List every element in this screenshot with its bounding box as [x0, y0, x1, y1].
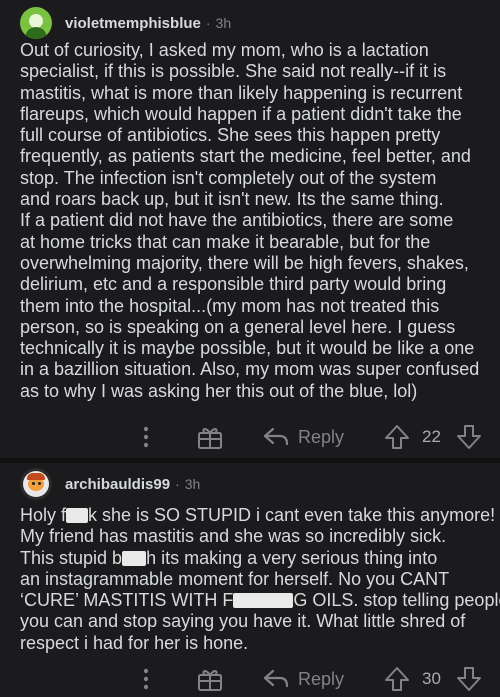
reply-icon — [263, 669, 289, 688]
vote-score: 30 — [422, 669, 441, 688]
comment-line: If a patient did not have the antibiotic… — [20, 210, 454, 231]
separator-dot: · — [175, 476, 180, 492]
redaction-mark — [233, 593, 294, 609]
more-options-button[interactable] — [140, 420, 152, 454]
comment-line: specialist, if this is possible. She sai… — [20, 61, 447, 82]
reply-label: Reply — [298, 426, 345, 447]
comment-line: an instagrammable moment for herself. No… — [20, 568, 450, 589]
comment-body: Holy fk she is SO STUPID i cant even tak… — [20, 505, 500, 654]
comment-actions: Reply 30 — [0, 662, 500, 696]
redaction-mark — [66, 508, 89, 523]
comment-line: flareups, which would happen if a patien… — [20, 103, 462, 124]
comment-line: mastitis, what is more than likely happe… — [20, 82, 463, 103]
upvote-button[interactable] — [384, 420, 410, 454]
comment-age: 3h — [215, 15, 232, 31]
comment-line: full course of antibiotics. She sees thi… — [20, 125, 441, 146]
comment-header: archibauldis99 · 3h — [20, 467, 200, 501]
comment-line: overwhelming majority, there will be hig… — [20, 252, 469, 273]
award-button[interactable] — [196, 420, 224, 454]
comment-line: as to why I was asking her this out of t… — [20, 380, 418, 401]
award-icon — [198, 428, 222, 449]
separator-dot: · — [205, 15, 211, 31]
comment-body: Out of curiosity, I asked my mom, who is… — [20, 40, 490, 402]
comment-line: at home tricks that can make it bearable… — [20, 231, 431, 252]
comment-line: Holy fk she is SO STUPID i cant even tak… — [20, 505, 496, 525]
username[interactable]: archibauldis99 — [65, 476, 170, 493]
comment-line: ‘CURE’ MASTITIS WITH FG OILS. stop telli… — [20, 590, 500, 611]
upvote-icon — [385, 667, 409, 691]
upvote-icon — [385, 425, 409, 449]
comment-line: delirium, etc and a responsible third pa… — [20, 274, 447, 295]
user-avatar[interactable] — [20, 468, 52, 500]
vote-score: 22 — [422, 427, 441, 446]
comment-line: Out of curiosity, I asked my mom, who is… — [20, 40, 429, 60]
comment-line: My friend has mastitis and she was so in… — [20, 526, 447, 547]
comment-line: and roars back up, but it isn't new. Its… — [20, 189, 444, 210]
comment-violetmemphisblue: violetmemphisblue · 3h Out of curiosity,… — [0, 0, 500, 458]
downvote-button[interactable] — [456, 420, 482, 454]
comment-actions: Reply 22 — [0, 420, 500, 454]
downvote-icon — [457, 667, 481, 691]
reply-label: Reply — [298, 668, 345, 689]
upvote-button[interactable] — [384, 662, 410, 696]
comment-line: in a bazillion situation. Also, my mom w… — [20, 359, 480, 380]
award-button[interactable] — [196, 662, 224, 696]
more-icon — [143, 426, 149, 448]
redaction-mark — [122, 550, 147, 566]
comment-archibauldis99: archibauldis99 · 3h Holy fk she is SO ST… — [0, 463, 500, 697]
downvote-icon — [457, 425, 481, 449]
downvote-button[interactable] — [456, 662, 482, 696]
comment-line: person, so is speaking on a general leve… — [20, 316, 456, 337]
more-options-button[interactable] — [140, 662, 152, 696]
award-icon — [198, 670, 222, 691]
comment-line: technically it is maybe possible, but it… — [20, 338, 475, 359]
more-icon — [143, 668, 149, 690]
reply-button[interactable]: Reply — [262, 420, 344, 454]
reply-button[interactable]: Reply — [262, 662, 344, 696]
username[interactable]: violetmemphisblue — [65, 15, 201, 32]
reply-icon — [263, 427, 289, 446]
comment-age: 3h — [184, 476, 201, 492]
comment-header: violetmemphisblue · 3h — [20, 6, 231, 40]
comment-line: This stupid bh its making a very serious… — [20, 547, 438, 568]
comment-line: respect i had for her is hone. — [20, 632, 249, 653]
user-avatar[interactable] — [20, 7, 52, 39]
comment-line: them into the hospital...(my mom has not… — [20, 295, 440, 316]
comment-line: you can and stop saying you have it. Wha… — [20, 611, 466, 632]
comment-line: frequently, as patients start the medici… — [20, 146, 471, 167]
comment-line: stop. The infection isn't completely out… — [20, 167, 437, 188]
